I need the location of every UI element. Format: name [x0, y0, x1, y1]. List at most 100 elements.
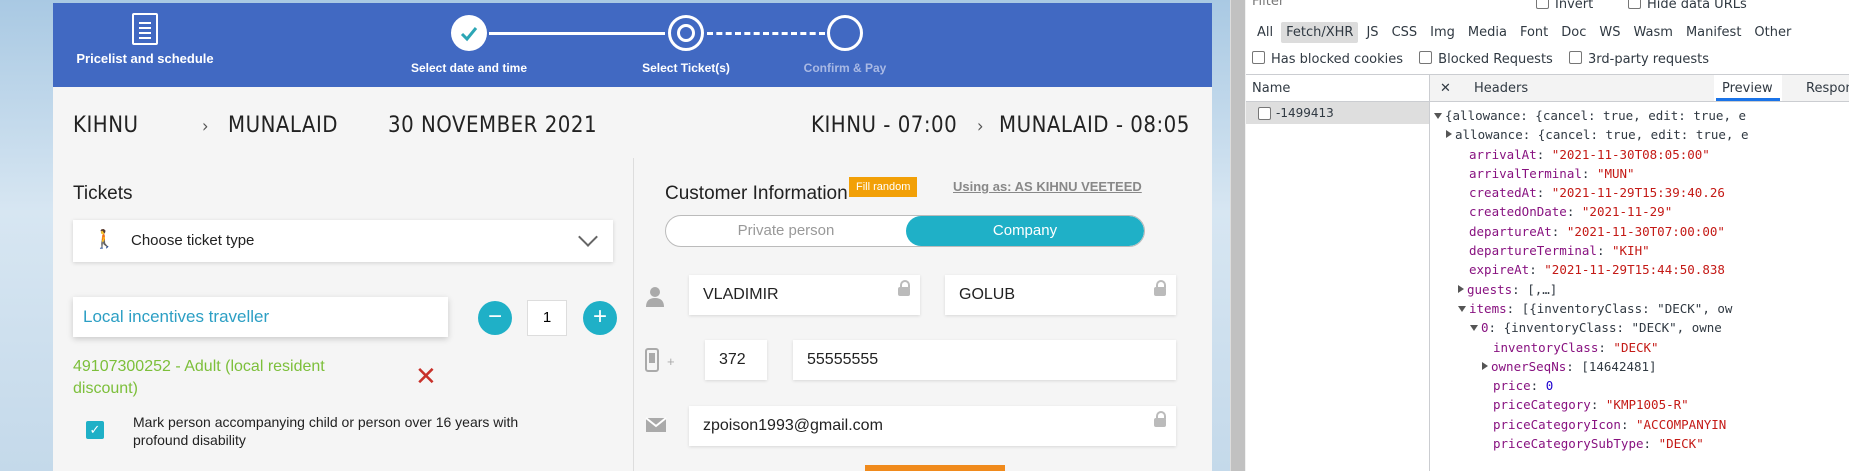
booking-page: Pricelist and schedule Select date and t…: [53, 3, 1212, 471]
accompanying-label: Mark person accompanying child or person…: [133, 414, 519, 448]
tab-response[interactable]: Response: [1806, 81, 1849, 96]
blocked-requests-label: Blocked Requests: [1438, 52, 1553, 67]
phone-number-field[interactable]: 55555555: [793, 340, 1176, 380]
request-row[interactable]: -1499413: [1246, 102, 1429, 124]
document-icon: [132, 13, 158, 45]
route-to: MUNALAID: [228, 113, 339, 138]
using-as-link[interactable]: Using as: AS KIHNU VEETEED: [953, 179, 1142, 194]
json-line: departureAt: "2021-11-30T07:00:00": [1469, 223, 1725, 239]
customer-type-toggle[interactable]: Private person Company: [665, 215, 1145, 247]
departure-time: KIHNU - 07:00: [811, 113, 958, 138]
json-line[interactable]: guests: [,…]: [1434, 280, 1749, 299]
hide-data-urls-checkbox[interactable]: Hide data URLs: [1628, 0, 1747, 12]
invert-label: Invert: [1555, 0, 1594, 12]
close-icon[interactable]: ✕: [1440, 81, 1451, 96]
decrease-quantity-button[interactable]: −: [478, 301, 512, 335]
blocked-cookies-label: Has blocked cookies: [1271, 52, 1404, 67]
request-name: -1499413: [1276, 106, 1334, 120]
route-from: KIHNU: [73, 113, 139, 138]
active-tab-indicator: [1716, 98, 1780, 101]
step-1-done-icon[interactable]: [451, 15, 487, 51]
continue-button[interactable]: [865, 465, 1005, 471]
customer-info-title: Customer Information: [665, 183, 848, 204]
expand-arrow-icon[interactable]: [1482, 361, 1488, 370]
collapse-arrow-icon[interactable]: [1470, 325, 1478, 332]
detail-tabs: ✕ Headers Preview Response »: [1430, 75, 1849, 102]
expand-arrow-icon[interactable]: [1446, 130, 1452, 139]
type-filter-js[interactable]: JS: [1361, 22, 1383, 43]
type-filter-manifest[interactable]: Manifest: [1681, 22, 1746, 43]
step-2-label: Select Ticket(s): [642, 61, 730, 75]
fill-random-button[interactable]: Fill random: [849, 177, 918, 197]
lock-icon: [1154, 280, 1166, 296]
scrollbar-thumb[interactable]: [1231, 0, 1245, 471]
document-icon: [1258, 107, 1271, 120]
type-filter-ws[interactable]: WS: [1594, 22, 1625, 43]
json-line: inventoryClass: "DECK": [1493, 339, 1659, 355]
collapse-arrow-icon[interactable]: [1458, 305, 1466, 312]
type-filter-all[interactable]: All: [1252, 22, 1278, 43]
json-line[interactable]: {allowance: {cancel: true, edit: true, e: [1434, 106, 1749, 125]
name-header-label: Name: [1252, 81, 1291, 96]
type-filter-fetch-xhr[interactable]: Fetch/XHR: [1281, 22, 1359, 43]
type-filter-doc[interactable]: Doc: [1556, 22, 1591, 43]
email-value: zpoison1993@gmail.com: [703, 417, 883, 434]
invert-checkbox[interactable]: Invert: [1536, 0, 1593, 12]
third-party-checkbox[interactable]: 3rd-party requests: [1568, 51, 1709, 67]
json-line[interactable]: allowance: {cancel: true, edit: true, e: [1434, 125, 1749, 144]
type-filter-wasm[interactable]: Wasm: [1629, 22, 1678, 43]
step-2-current-icon: [668, 15, 704, 51]
last-name-field[interactable]: GOLUB: [945, 275, 1176, 315]
ticket-type-placeholder: Choose ticket type: [131, 232, 255, 249]
first-name-field[interactable]: VLADIMIR: [689, 275, 920, 315]
filter-input[interactable]: Filter: [1252, 0, 1284, 9]
blocked-requests-checkbox[interactable]: Blocked Requests: [1419, 51, 1553, 67]
tab-preview[interactable]: Preview: [1722, 81, 1773, 96]
hide-data-urls-label: Hide data URLs: [1647, 0, 1747, 12]
ticket-type-select[interactable]: 🚶 Choose ticket type: [73, 220, 613, 262]
json-line: departureTerminal: "KIH": [1469, 243, 1650, 259]
json-line: expireAt: "2021-11-29T15:44:50.838: [1469, 262, 1725, 278]
increase-quantity-button[interactable]: +: [583, 301, 617, 335]
company-option[interactable]: Company: [906, 216, 1144, 246]
chevron-right-icon: ›: [202, 116, 209, 137]
phone-code-field[interactable]: 372: [705, 340, 767, 380]
type-filter-other[interactable]: Other: [1749, 22, 1796, 43]
name-column-header[interactable]: Name: [1246, 75, 1429, 102]
checkmark-icon: [460, 27, 478, 42]
quantity-input[interactable]: 1: [527, 300, 567, 336]
accompanying-checkbox[interactable]: ✓: [86, 421, 104, 439]
email-field[interactable]: zpoison1993@gmail.com: [689, 406, 1176, 446]
route-date: 30 NOVEMBER 2021: [388, 113, 598, 138]
booking-header: Pricelist and schedule Select date and t…: [53, 3, 1212, 87]
mobile-phone-icon: [645, 348, 659, 377]
blocked-cookies-checkbox[interactable]: Has blocked cookies: [1252, 51, 1404, 67]
pricelist-link[interactable]: Pricelist and schedule: [75, 13, 215, 66]
phone-number-value: 55555555: [807, 351, 879, 368]
json-line[interactable]: 0: {inventoryClass: "DECK", owne: [1434, 318, 1749, 337]
collapse-arrow-icon[interactable]: [1434, 113, 1442, 119]
lock-icon: [898, 280, 910, 296]
json-line[interactable]: ownerSeqNs: [14642481]: [1434, 357, 1749, 376]
arrival-time: MUNALAID - 08:05: [999, 113, 1190, 138]
lock-icon: [1154, 411, 1166, 427]
step-3-pending-icon: [827, 15, 863, 51]
type-filter-img[interactable]: Img: [1425, 22, 1460, 43]
tab-headers[interactable]: Headers: [1474, 81, 1528, 96]
type-filter-css[interactable]: CSS: [1387, 22, 1423, 43]
stepper-line-pending: [707, 32, 825, 35]
json-line: price: 0: [1493, 378, 1554, 394]
remove-passenger-button[interactable]: ✕: [415, 361, 437, 392]
user-icon: [645, 286, 665, 313]
type-filter-font[interactable]: Font: [1515, 22, 1553, 43]
passenger-entry: 49107300252 - Adult (local resident disc…: [73, 358, 325, 397]
request-options: Has blocked cookies Blocked Requests 3rd…: [1252, 51, 1721, 67]
json-preview: {allowance: {cancel: true, edit: true, e…: [1434, 106, 1749, 453]
stepper-line-done: [489, 32, 665, 35]
json-line[interactable]: items: [{inventoryClass: "DECK", ow: [1434, 299, 1749, 318]
private-person-option[interactable]: Private person: [666, 216, 906, 246]
devtools-panel: Filter Invert Hide data URLs All Fetch/XH…: [1246, 0, 1849, 471]
type-filter-media[interactable]: Media: [1463, 22, 1512, 43]
last-name-value: GOLUB: [959, 286, 1016, 303]
expand-arrow-icon[interactable]: [1458, 284, 1464, 293]
